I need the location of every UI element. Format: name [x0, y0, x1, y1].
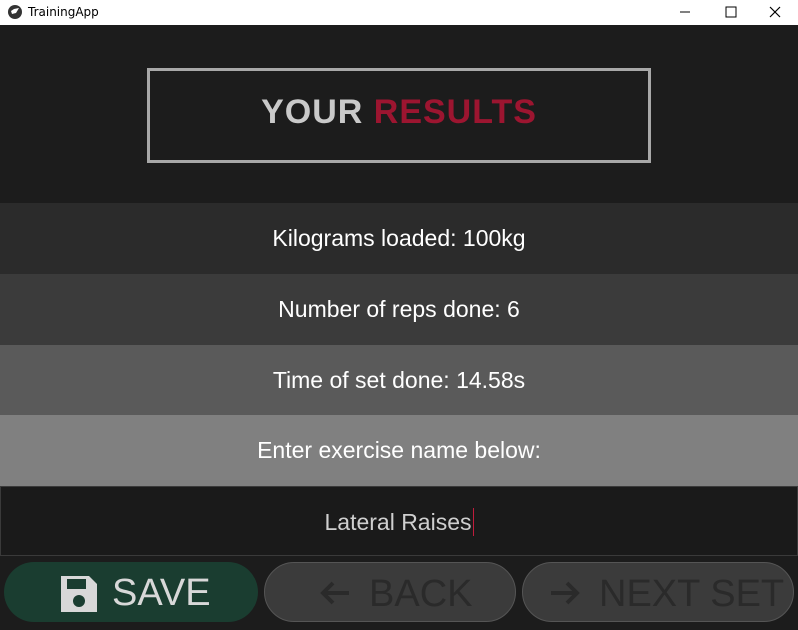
maximize-icon	[725, 6, 737, 18]
set-time-label: Time of set done: 14.58s	[0, 345, 798, 415]
results-logo: YOUR RESULTS	[147, 68, 651, 163]
next-set-label: NEXT SET	[599, 573, 785, 615]
floppy-disk-icon	[59, 574, 99, 619]
app-icon	[7, 4, 23, 20]
back-button[interactable]: BACK	[264, 562, 516, 622]
exercise-name-prompt: Enter exercise name below:	[0, 415, 798, 486]
save-label: SAVE	[112, 572, 211, 614]
kilograms-loaded-label: Kilograms loaded: 100kg	[0, 203, 798, 274]
logo-word-results: RESULTS	[373, 93, 537, 131]
arrow-right-icon	[549, 580, 581, 611]
reps-done-label: Number of reps done: 6	[0, 274, 798, 345]
text-caret	[472, 507, 474, 536]
maximize-button[interactable]	[708, 0, 754, 25]
title-bar: TrainingApp	[0, 0, 798, 25]
arrow-left-icon	[319, 580, 351, 611]
exercise-name-input[interactable]: Lateral Raises	[0, 486, 798, 556]
back-label: BACK	[369, 573, 473, 615]
next-set-button[interactable]: NEXT SET	[522, 562, 794, 622]
minimize-icon	[680, 11, 690, 13]
save-button[interactable]: SAVE	[4, 562, 258, 622]
exercise-name-value: Lateral Raises	[324, 509, 472, 535]
close-button[interactable]	[752, 0, 798, 25]
logo-word-your: YOUR	[261, 93, 364, 131]
close-icon	[769, 6, 781, 18]
window-title: TrainingApp	[28, 5, 99, 19]
minimize-button[interactable]	[662, 0, 708, 25]
